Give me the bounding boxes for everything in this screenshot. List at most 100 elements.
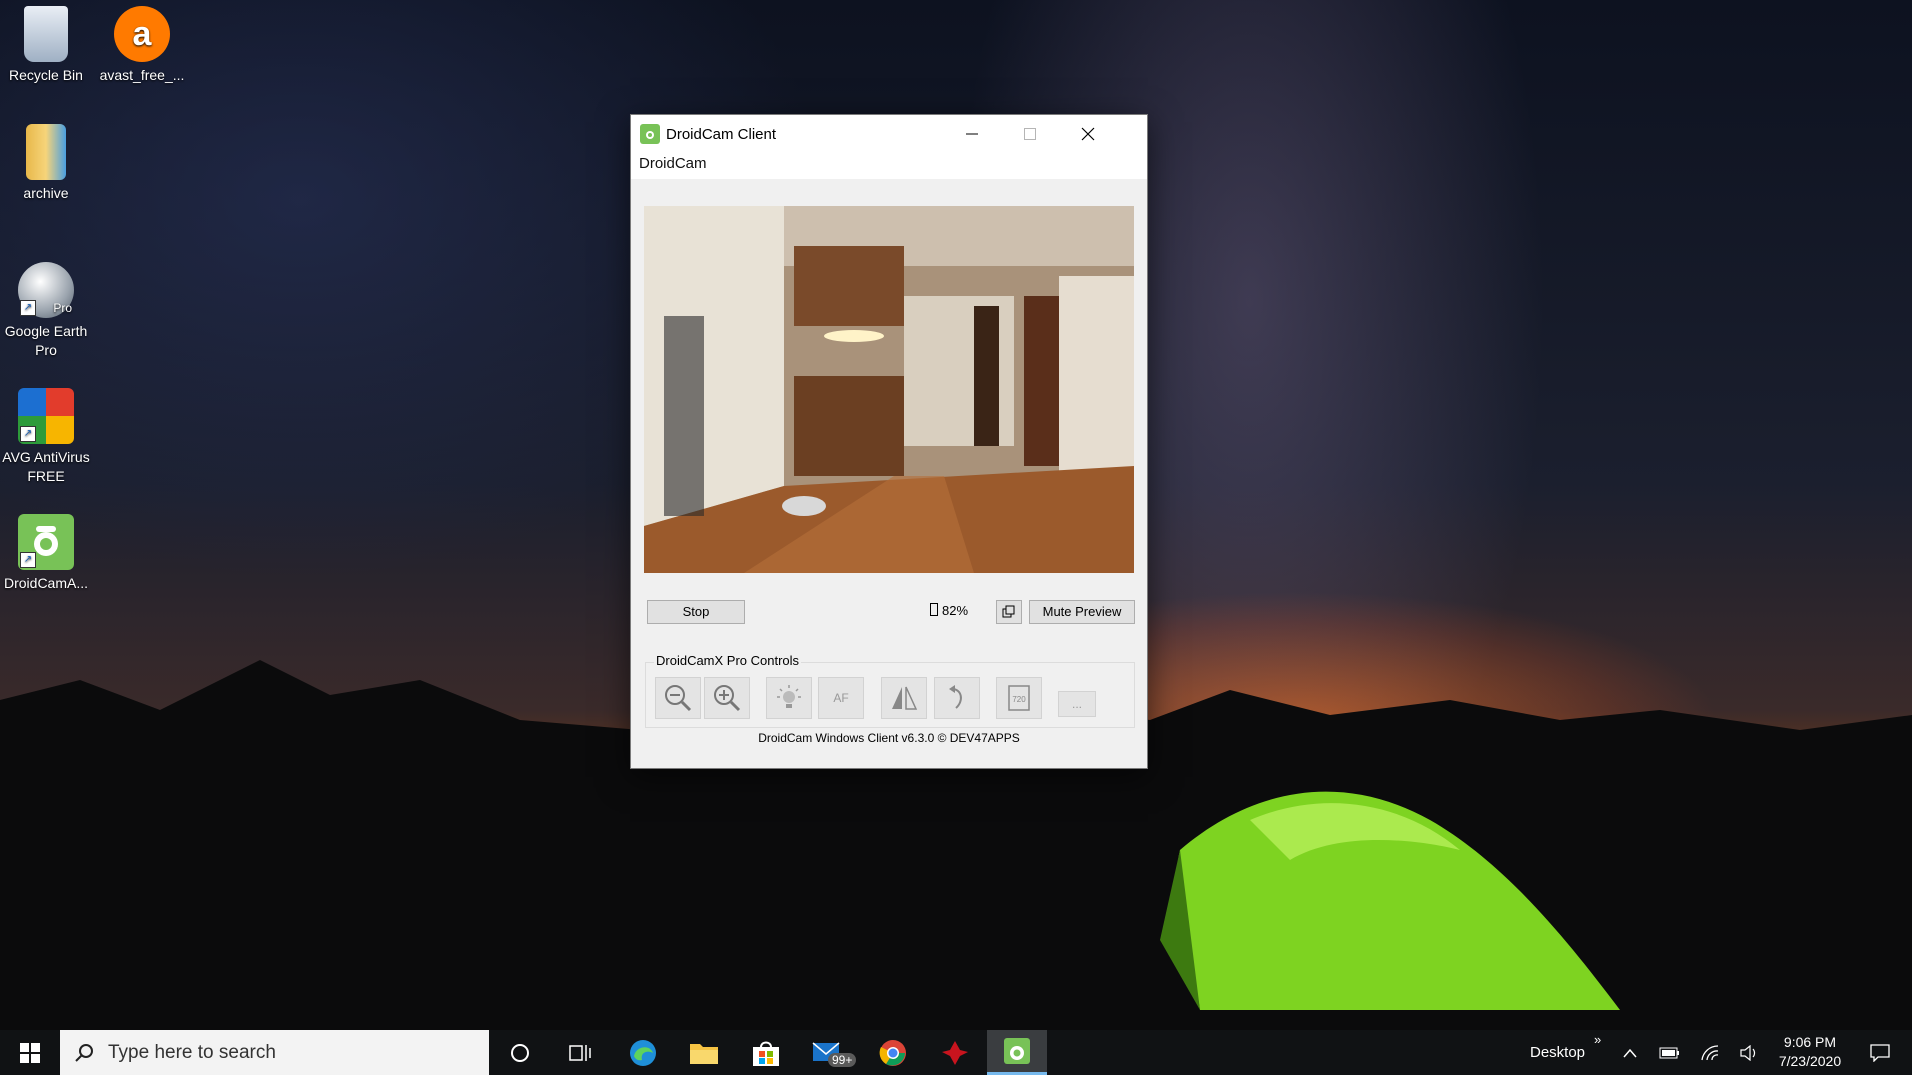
rotate-button[interactable] xyxy=(934,677,980,719)
wifi-icon xyxy=(1701,1044,1719,1060)
mirror-button[interactable] xyxy=(881,677,927,719)
desktop-icon-label: AVG AntiVirus FREE xyxy=(2,449,90,484)
stop-button[interactable]: Stop xyxy=(647,600,745,624)
folder-archive-icon xyxy=(26,124,66,180)
desktop-icon-avg[interactable]: ↗ AVG AntiVirus FREE xyxy=(0,388,94,486)
desktop-icon-archive[interactable]: archive xyxy=(0,124,94,203)
avast-icon: a xyxy=(114,6,170,62)
speaker-icon xyxy=(1740,1044,1756,1061)
rotate-icon xyxy=(949,685,962,709)
desktop-icon-recycle-bin[interactable]: Recycle Bin xyxy=(0,6,94,85)
resolution-icon: 720 xyxy=(1008,685,1030,711)
desktop-icon-label: avast_free_... xyxy=(99,67,185,83)
copy-button[interactable] xyxy=(996,600,1022,624)
desktop-icon-avast[interactable]: a avast_free_... xyxy=(94,6,190,85)
resolution-label: 720 xyxy=(1012,695,1026,704)
volume-tray-button[interactable] xyxy=(1735,1030,1765,1075)
desktop-icon-label: Recycle Bin xyxy=(9,67,83,83)
search-placeholder: Type here to search xyxy=(108,1041,276,1063)
network-tray-button[interactable] xyxy=(1695,1030,1725,1075)
minimize-icon xyxy=(966,133,978,135)
more-icon: ... xyxy=(1071,697,1082,711)
control-row: Stop 82% Mute Preview xyxy=(647,599,1135,624)
close-button[interactable] xyxy=(1059,115,1117,153)
task-view-button[interactable] xyxy=(550,1030,610,1075)
camera-preview-image xyxy=(644,206,1134,573)
zoom-out-icon xyxy=(665,685,692,712)
search-icon xyxy=(75,1043,93,1062)
version-footer: DroidCam Windows Client v6.3.0 © DEV47AP… xyxy=(758,731,1020,745)
task-view-icon xyxy=(569,1044,591,1061)
pro-controls-group: DroidCamX Pro Controls AF 720 ... xyxy=(645,653,1135,728)
droidcam-icon: ↗ xyxy=(18,514,74,570)
windows-logo-icon xyxy=(20,1042,40,1063)
clock-time: 9:06 PM xyxy=(1783,1034,1837,1050)
taskbar-store[interactable] xyxy=(736,1030,796,1075)
taskbar-search[interactable]: Type here to search xyxy=(60,1030,489,1075)
google-earth-icon: ↗ Pro xyxy=(18,262,74,318)
taskbar-file-explorer[interactable] xyxy=(674,1030,734,1075)
clock[interactable]: 9:06 PM 7/23/2020 xyxy=(1770,1033,1850,1071)
avg-icon: ↗ xyxy=(18,388,74,444)
battery-percent: 82% xyxy=(942,603,969,618)
resolution-button[interactable]: 720 xyxy=(996,677,1042,719)
pro-badge: Pro xyxy=(53,301,72,315)
menu-item-droidcam[interactable]: DroidCam xyxy=(639,155,707,172)
battery-icon xyxy=(930,603,938,616)
start-button[interactable] xyxy=(0,1030,60,1075)
copy-icon xyxy=(1002,605,1015,618)
shortcut-arrow-icon: ↗ xyxy=(20,300,36,316)
camera-preview xyxy=(644,206,1134,573)
close-icon xyxy=(1081,127,1095,141)
window-titlebar[interactable]: DroidCam Client xyxy=(631,115,1147,153)
cortana-button[interactable] xyxy=(490,1030,550,1075)
toolbar-expand-icon[interactable]: » xyxy=(1594,1032,1601,1047)
zoom-in-icon xyxy=(714,685,741,712)
shortcut-arrow-icon: ↗ xyxy=(20,426,36,442)
droidcam-window: DroidCam Client DroidCam Stop 82% Mute P… xyxy=(630,114,1148,769)
shortcut-arrow-icon: ↗ xyxy=(20,552,36,568)
taskbar-edge[interactable] xyxy=(613,1030,673,1075)
desktop-icon-label: DroidCamA... xyxy=(3,575,89,591)
autofocus-button[interactable]: AF xyxy=(818,677,864,719)
mail-badge: 99+ xyxy=(828,1053,857,1067)
maximize-button[interactable] xyxy=(1001,115,1059,153)
chrome-icon xyxy=(879,1039,906,1066)
taskbar-chrome[interactable] xyxy=(863,1030,923,1075)
droidcam-taskbar-icon xyxy=(1004,1038,1030,1064)
brightness-icon xyxy=(777,685,801,708)
tray-overflow-button[interactable] xyxy=(1615,1030,1645,1075)
chevron-up-icon xyxy=(1623,1048,1637,1057)
menu-bar: DroidCam xyxy=(631,153,1147,179)
action-center-button[interactable] xyxy=(1860,1030,1900,1075)
red-app-icon xyxy=(942,1040,968,1065)
autofocus-icon: AF xyxy=(833,691,849,705)
clock-date: 7/23/2020 xyxy=(1778,1053,1842,1069)
pro-controls-label: DroidCamX Pro Controls xyxy=(654,653,802,668)
battery-indicator: 82% xyxy=(930,603,968,618)
taskbar-app-red[interactable] xyxy=(925,1030,985,1075)
folder-icon xyxy=(690,1043,718,1064)
droidcam-app-icon xyxy=(640,124,660,144)
desktop-toolbar-label[interactable]: Desktop xyxy=(1530,1044,1585,1061)
desktop-icon-droidcam[interactable]: ↗ DroidCamA... xyxy=(0,514,94,593)
taskbar: Type here to search 99+ Desktop » 9:06 P… xyxy=(0,1030,1912,1075)
window-title: DroidCam Client xyxy=(666,125,777,143)
battery-tray-icon xyxy=(1659,1047,1679,1058)
more-button[interactable]: ... xyxy=(1058,691,1096,717)
taskbar-mail[interactable]: 99+ xyxy=(798,1030,858,1075)
zoom-in-button[interactable] xyxy=(704,677,750,719)
taskbar-droidcam[interactable] xyxy=(987,1030,1047,1075)
minimize-button[interactable] xyxy=(943,115,1001,153)
edge-icon xyxy=(630,1039,656,1066)
maximize-icon xyxy=(1024,128,1036,140)
desktop-icon-google-earth-pro[interactable]: ↗ Pro Google Earth Pro xyxy=(0,262,94,360)
notification-icon xyxy=(1870,1043,1890,1062)
cortana-icon xyxy=(511,1043,529,1062)
store-icon xyxy=(753,1041,779,1066)
desktop-icon-label: Google Earth Pro xyxy=(4,323,88,358)
mute-preview-button[interactable]: Mute Preview xyxy=(1029,600,1135,624)
brightness-button[interactable] xyxy=(766,677,812,719)
battery-tray-button[interactable] xyxy=(1655,1030,1685,1075)
zoom-out-button[interactable] xyxy=(655,677,701,719)
